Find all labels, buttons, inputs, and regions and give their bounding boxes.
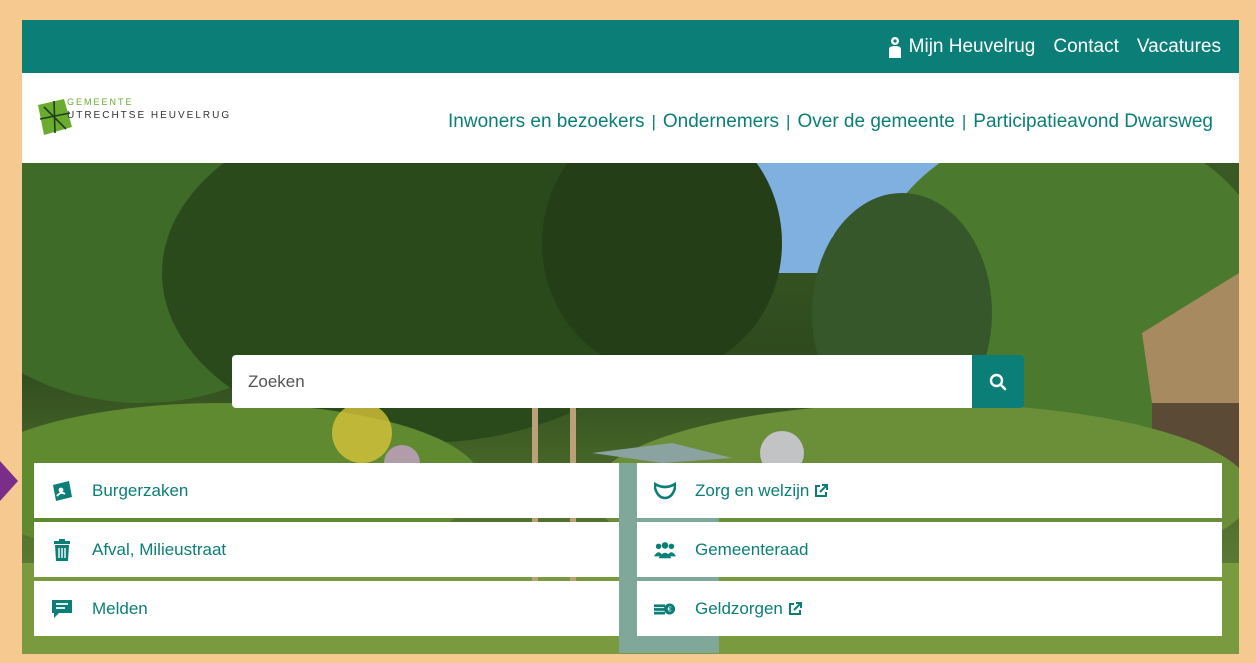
tile-label: Zorg en welzijn bbox=[695, 480, 810, 500]
search-button[interactable] bbox=[972, 355, 1024, 408]
trash-icon bbox=[51, 538, 73, 561]
svg-text:€: € bbox=[668, 604, 672, 613]
logo-line2: UTRECHTSE HEUVELRUG bbox=[67, 110, 232, 121]
tile-gemeenteraad[interactable]: Gemeenteraad bbox=[637, 522, 1222, 577]
person-icon bbox=[888, 36, 901, 58]
care-hands-icon bbox=[654, 480, 676, 502]
people-group-icon bbox=[654, 539, 676, 561]
search-bar bbox=[232, 355, 1024, 408]
pointer-arrow bbox=[0, 461, 18, 501]
mijn-heuvelrug-link[interactable]: Mijn Heuvelrug bbox=[887, 35, 1036, 58]
external-link-icon bbox=[815, 483, 829, 497]
search-input[interactable] bbox=[232, 355, 972, 408]
page-frame: Mijn Heuvelrug Contact Vacatures GEMEENT… bbox=[22, 20, 1239, 654]
message-icon bbox=[51, 598, 73, 620]
search-icon bbox=[989, 373, 1007, 390]
tile-label: Melden bbox=[92, 598, 148, 618]
nav-inwoners[interactable]: Inwoners en bezoekers bbox=[448, 111, 644, 133]
nav-over-de-gemeente[interactable]: Over de gemeente bbox=[797, 111, 954, 133]
vacatures-link[interactable]: Vacatures bbox=[1137, 36, 1221, 58]
nav-separator: | bbox=[651, 112, 656, 131]
tile-afval-milieustraat[interactable]: Afval, Milieustraat bbox=[34, 522, 619, 577]
logo-text: GEMEENTE UTRECHTSE HEUVELRUG bbox=[67, 97, 231, 121]
header: GEMEENTE UTRECHTSE HEUVELRUG Inwoners en… bbox=[22, 73, 1239, 163]
nav-participatieavond[interactable]: Participatieavond Dwarsweg bbox=[973, 111, 1213, 133]
tile-label: Afval, Milieustraat bbox=[92, 539, 227, 559]
tile-label: Burgerzaken bbox=[92, 480, 189, 500]
tile-burgerzaken[interactable]: Burgerzaken bbox=[34, 463, 619, 518]
mijn-heuvelrug-label: Mijn Heuvelrug bbox=[908, 35, 1036, 57]
logo-line1: GEMEENTE bbox=[67, 97, 134, 107]
id-card-icon bbox=[51, 480, 73, 502]
hero-image: Burgerzaken Zorg en welzijn Afval, Milie… bbox=[22, 163, 1239, 654]
main-nav: Inwoners en bezoekers | Ondernemers | Ov… bbox=[448, 111, 1213, 133]
tile-zorg-en-welzijn[interactable]: Zorg en welzijn bbox=[637, 463, 1222, 518]
nav-ondernemers[interactable]: Ondernemers bbox=[663, 111, 779, 133]
nav-separator: | bbox=[786, 112, 791, 131]
tile-melden[interactable]: Melden bbox=[34, 581, 619, 636]
top-bar: Mijn Heuvelrug Contact Vacatures bbox=[22, 20, 1239, 73]
tile-label: Geldzorgen bbox=[695, 598, 783, 618]
money-icon: € bbox=[654, 598, 676, 620]
contact-link[interactable]: Contact bbox=[1053, 36, 1118, 58]
nav-separator: | bbox=[961, 112, 967, 131]
external-link-icon bbox=[788, 601, 802, 615]
tile-geldzorgen[interactable]: € Geldzorgen bbox=[637, 581, 1222, 636]
tile-label: Gemeenteraad bbox=[695, 539, 809, 559]
